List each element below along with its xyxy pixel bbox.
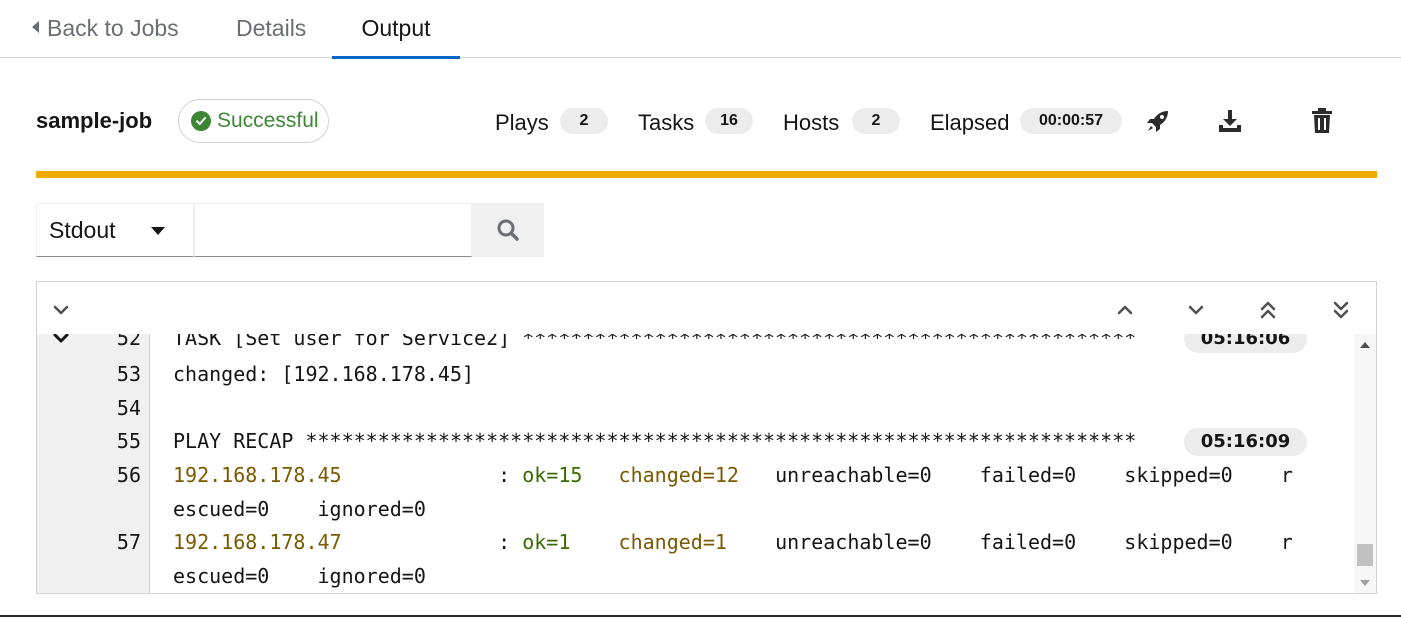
line-number: 56 [116,463,141,487]
chevron-down-icon [53,305,69,315]
scroll-previous-button[interactable] [1111,296,1139,324]
scroll-first-button[interactable] [1254,296,1282,324]
scroll-last-button[interactable] [1327,296,1355,324]
line-text: PLAY RECAP *****************************… [173,429,1137,453]
output-line: 53 changed: [192.168.178.45] [37,357,1357,391]
recap-separator: : [341,463,523,487]
search-filter-value: Stdout [49,217,116,243]
recap-rest: unreachable=0 failed=0 skipped=0 r [726,530,1293,554]
back-to-jobs-label: Back to Jobs [47,15,179,41]
line-text: TASK [Set user for Service2] ***********… [173,334,1137,350]
output-line: 57 192.168.178.47 : ok=1 changed=1 unrea… [37,525,1357,559]
line-text: 192.168.178.47 : ok=1 changed=1 unreacha… [173,525,1293,559]
caret-down-icon [151,227,165,235]
scroll-down-arrow-icon[interactable] [1360,580,1370,586]
recap-host: 192.168.178.47 [173,530,342,554]
recap-changed: changed=1 [618,530,727,554]
recap-host: 192.168.178.45 [173,463,342,487]
line-text-wrap: escued=0 ignored=0 [173,564,426,588]
scroll-up-arrow-icon[interactable] [1360,342,1370,348]
angle-double-up-icon [1260,301,1276,319]
output-line: 54 [37,391,1357,425]
output-scrollbar[interactable] [1354,334,1376,593]
angle-double-down-icon [1333,301,1349,319]
chevron-up-icon [1117,305,1133,315]
relaunch-button[interactable] [1141,104,1175,138]
output-toolbar [36,281,1377,334]
recap-separator: : [341,530,523,554]
recap-gap [582,463,618,487]
output-line: 52 TASK [Set user for Service2] ********… [37,334,1357,355]
output-line: 56 192.168.178.45 : ok=15 changed=12 unr… [37,458,1357,492]
tasks-label: Tasks [638,110,695,135]
output-line: 55 PLAY RECAP **************************… [37,424,1357,458]
line-text-wrap: escued=0 ignored=0 [173,497,426,521]
recap-gap [570,530,618,554]
plays-label: Plays [495,110,549,135]
tab-details[interactable]: Details [236,0,306,58]
recap-ok: ok=1 [522,530,571,554]
elapsed-time: 00:00:57 [1020,108,1122,134]
plays-count: 2 [560,108,608,134]
line-text: changed: [192.168.178.45] [173,362,475,386]
recap-ok: ok=15 [522,463,583,487]
search-button[interactable] [472,203,544,257]
delete-button[interactable] [1305,104,1339,138]
tab-bar: Back to Jobs Details Output [0,0,1401,59]
trash-icon [1312,108,1332,133]
hosts-count: 2 [852,108,900,134]
status-label: Successful [217,109,319,132]
download-button[interactable] [1213,104,1247,138]
elapsed-label: Elapsed [930,110,1010,135]
rocket-icon [1147,111,1168,132]
output-line-wrap: escued=0 ignored=0 [37,559,1357,593]
download-icon [1219,110,1241,132]
line-number: 57 [116,530,141,554]
chevron-down-icon [1188,305,1204,315]
search-filter-select[interactable]: Stdout [36,203,194,257]
search-icon [497,219,519,241]
line-number: 52 [116,334,141,350]
line-number: 53 [116,362,141,386]
recap-changed: changed=12 [618,463,739,487]
status-badge: Successful [178,99,329,143]
line-text: 192.168.178.45 : ok=15 changed=12 unreac… [173,458,1293,492]
check-circle-icon [191,111,211,131]
job-output-panel: 52 TASK [Set user for Service2] ********… [36,334,1377,594]
hosts-label: Hosts [783,110,840,135]
search-input[interactable] [194,203,472,257]
scrollbar-thumb[interactable] [1357,544,1373,566]
bottom-divider [0,615,1401,617]
timestamp-badge: 05:16:09 [1184,428,1307,456]
output-line-wrap: escued=0 ignored=0 [37,492,1357,526]
recap-rest: unreachable=0 failed=0 skipped=0 r [738,463,1293,487]
timestamp-badge: 05:16:06 [1184,334,1307,353]
line-number: 54 [116,396,141,420]
job-progress-bar [36,171,1377,178]
tasks-count: 16 [705,108,753,134]
back-to-jobs-tab[interactable]: Back to Jobs [32,0,179,58]
caret-left-icon [32,21,39,33]
line-number: 55 [116,429,141,453]
scroll-next-button[interactable] [1182,296,1210,324]
expand-collapse-all-button[interactable] [47,296,75,324]
job-title: sample-job [36,108,153,133]
tab-output[interactable]: Output [332,0,460,59]
